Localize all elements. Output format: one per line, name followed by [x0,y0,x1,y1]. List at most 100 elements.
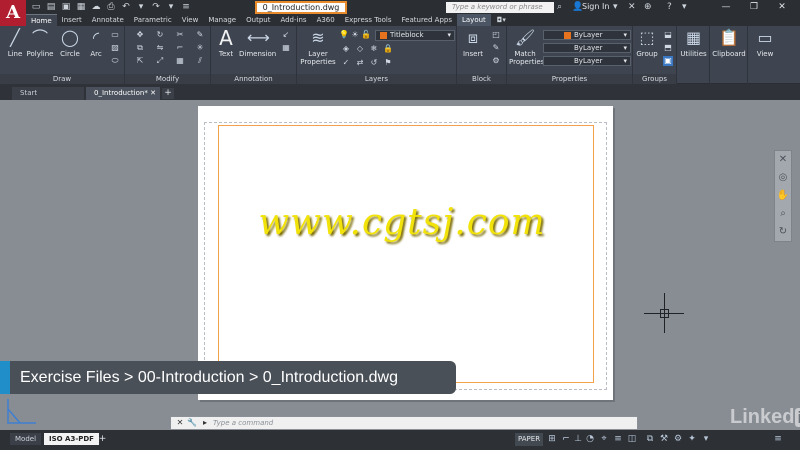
plot-icon[interactable]: ⎙ [105,2,117,13]
lightbulb-icon[interactable]: 💡 [339,30,349,40]
file-tab-start[interactable]: Start [12,87,84,100]
minimize-button[interactable]: — [716,0,736,14]
copy-icon[interactable]: ⧉ [135,43,145,53]
circle-tool[interactable]: ◯ Circle [58,28,82,58]
annotation-visibility-icon[interactable]: ⚒ [658,433,670,445]
chevron-down-icon[interactable]: ▾ [613,1,618,13]
ungroup-icon[interactable]: ⬓ [663,30,673,40]
scale-icon[interactable]: ⤢ [155,56,165,66]
layer-previous-icon[interactable]: ↺ [369,58,379,68]
undo-dropdown-icon[interactable]: ▾ [135,2,147,13]
create-block-icon[interactable]: ◰ [491,30,501,40]
tab-add-ins[interactable]: Add-ins [275,14,311,26]
edit-block-icon[interactable]: ✎ [491,43,501,53]
insert-tool[interactable]: ⧈ Insert [460,28,486,58]
isolate-objects-icon[interactable]: ✦ [686,433,698,445]
ortho-icon[interactable]: ⊥ [572,433,584,445]
group-tool[interactable]: ⬚ Group [635,28,659,58]
undo-icon[interactable]: ↶ [120,2,132,13]
layout-tab-iso-a3[interactable]: ISO A3-PDF [44,433,99,445]
pan-icon[interactable]: ✋ [775,187,791,205]
block-panel-title[interactable]: Block [457,74,506,84]
tab-home[interactable]: Home [26,14,57,26]
properties-panel-title[interactable]: Properties [507,74,632,84]
dimension-tool[interactable]: ⟷ Dimension [239,28,276,58]
command-input[interactable]: Type a command [213,417,273,429]
lineweight-toggle-icon[interactable]: ≡ [612,433,624,445]
stretch-icon[interactable]: ⇱ [135,56,145,66]
lock-icon[interactable]: 🔓 [361,30,371,40]
command-prompt-icon[interactable]: ▸ [199,417,211,429]
customization-icon[interactable]: ≡ [772,433,784,445]
add-layout-button[interactable]: + [97,434,108,445]
zoom-icon[interactable]: ⌕ [775,205,791,223]
units-icon[interactable]: ▾ [700,433,712,445]
command-close-icon[interactable]: ✕ [174,417,186,429]
tab-parametric[interactable]: Parametric [129,14,177,26]
annotation-panel-title[interactable]: Annotation [211,74,296,84]
fillet-icon[interactable]: ⌐ [175,43,185,53]
tab-insert[interactable]: Insert [57,14,87,26]
layout-viewport[interactable] [218,125,594,383]
help-icon[interactable]: ? [667,1,672,13]
search-input[interactable]: Type a keyword or phrase [446,2,554,13]
move-icon[interactable]: ✥ [135,30,145,40]
new-file-icon[interactable]: ▭ [30,2,42,13]
model-tab[interactable]: Model [10,433,42,445]
match-properties-tool[interactable]: 🖌 Match Properties [509,28,544,66]
save-icon[interactable]: ▣ [60,2,72,13]
edit-attributes-icon[interactable]: ⚙ [491,56,501,66]
layer-freeze-icon[interactable]: ❄ [369,44,379,54]
view-tool[interactable]: ▭ View [748,28,782,58]
layer-walk-icon[interactable]: ⚑ [383,58,393,68]
redo-dropdown-icon[interactable]: ▾ [165,2,177,13]
polar-icon[interactable]: ◔ [584,433,596,445]
tab-express-tools[interactable]: Express Tools [340,14,397,26]
tab-layout[interactable]: Layout [456,14,491,26]
selection-cycling-icon[interactable]: ⧉ [644,433,656,445]
layer-lock-icon[interactable]: 🔒 [383,44,393,54]
table-icon[interactable]: ▦ [281,43,291,53]
hatch-icon[interactable]: ▨ [110,43,120,53]
search-icon[interactable]: ⌕ [557,1,562,13]
erase-icon[interactable]: ✎ [195,30,205,40]
line-tool[interactable]: ╱ Line [4,28,26,58]
redo-icon[interactable]: ↷ [150,2,162,13]
leader-icon[interactable]: ↙ [281,30,291,40]
customize-toolbar-icon[interactable]: ≡ [180,2,192,13]
tab-featured-apps[interactable]: Featured Apps [397,14,457,26]
clipboard-tool[interactable]: 📋 Clipboard [710,28,748,58]
rotate-icon[interactable]: ↻ [155,30,165,40]
open-file-icon[interactable]: ▤ [45,2,57,13]
draw-panel-title[interactable]: Draw [0,74,124,84]
color-dropdown[interactable]: ByLayer ▾ [543,30,631,40]
grid-icon[interactable]: ⊞ [546,433,558,445]
cloud-icon[interactable]: ☁ [90,2,102,13]
tab-a360[interactable]: A360 [312,14,340,26]
sun-icon[interactable]: ☀ [350,30,360,40]
help-dropdown-icon[interactable]: ▾ [682,1,687,13]
tab-view[interactable]: View [177,14,204,26]
utilities-tool[interactable]: ▦ Utilities [677,28,710,58]
transparency-icon[interactable]: ◫ [626,433,638,445]
steering-wheel-icon[interactable]: ◎ [775,169,791,187]
layer-properties-tool[interactable]: ≋ Layer Properties [299,28,337,66]
array-icon[interactable]: ▦ [175,56,185,66]
close-button[interactable]: ✕ [772,0,792,14]
tab-annotate[interactable]: Annotate [87,14,129,26]
mirror-icon[interactable]: ⇋ [155,43,165,53]
explode-icon[interactable]: ✳ [195,43,205,53]
application-menu-button[interactable]: A [0,0,26,26]
lineweight-dropdown[interactable]: ByLayer ▾ [543,43,631,53]
osnap-icon[interactable]: ⌖ [598,433,610,445]
rectangle-icon[interactable]: ▭ [110,30,120,40]
save-as-icon[interactable]: ▦ [75,2,87,13]
ribbon-minimize-icon[interactable]: ◘▾ [491,14,512,26]
restore-button[interactable]: ❐ [744,0,764,14]
linetype-dropdown[interactable]: ByLayer ▾ [543,56,631,66]
layer-isolate-icon[interactable]: ◇ [355,44,365,54]
polyline-tool[interactable]: ⌒ Polyline [26,28,54,58]
close-tab-icon[interactable]: ✕ [150,87,156,100]
tab-manage[interactable]: Manage [203,14,241,26]
ellipse-icon[interactable]: ⬭ [110,56,120,66]
